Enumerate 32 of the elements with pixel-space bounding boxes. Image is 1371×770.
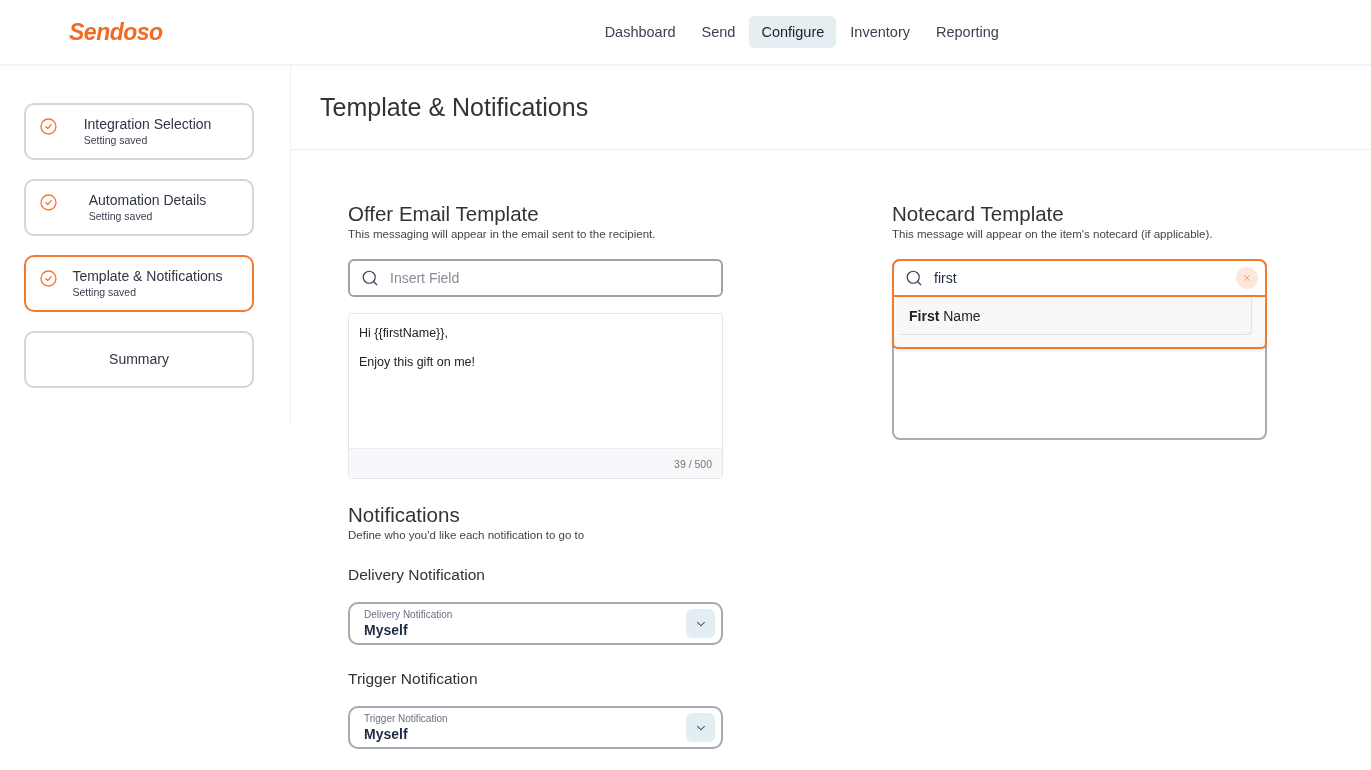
- search-field[interactable]: first: [892, 259, 1267, 297]
- step-card[interactable]: Integration Selection Setting saved: [24, 103, 254, 160]
- dropdown-button[interactable]: [686, 609, 715, 638]
- search-icon: [905, 269, 923, 287]
- section-title: Notifications: [348, 503, 461, 527]
- logo: Sendoso: [69, 18, 163, 46]
- section-subtitle: Define who you'd like each notification to go to: [348, 528, 586, 543]
- dropdown-button[interactable]: [686, 713, 715, 742]
- search-field[interactable]: Insert Field: [348, 259, 723, 297]
- notification-select[interactable]: Trigger Notification Myself: [348, 706, 723, 749]
- nav-item[interactable]: Configure: [749, 16, 837, 48]
- section-subtitle: This message will appear on the item's notecard (if applicable).: [892, 227, 1214, 242]
- nav-item[interactable]: Reporting: [923, 16, 1011, 48]
- suggestion-option[interactable]: First Name: [897, 297, 1251, 334]
- step-card[interactable]: Template & Notifications Setting saved: [24, 255, 254, 312]
- nav-item[interactable]: Send: [689, 16, 748, 48]
- nav-item[interactable]: Dashboard: [592, 16, 688, 48]
- notecard-field[interactable]: first First Name: [892, 259, 1267, 440]
- character-count: 39 / 500: [674, 457, 712, 470]
- step-card[interactable]: Automation Details Setting saved: [24, 179, 254, 236]
- search-icon: [361, 269, 379, 287]
- field-heading: Trigger Notification: [348, 669, 479, 689]
- step-card[interactable]: Summary: [24, 331, 254, 388]
- nav-item[interactable]: Inventory: [838, 16, 922, 48]
- field-heading: Delivery Notification: [348, 565, 486, 585]
- close-icon: [1242, 273, 1252, 283]
- section-title: Notecard Template: [892, 202, 1065, 226]
- section-subtitle: This messaging will appear in the email sent to the recipient.: [348, 227, 657, 242]
- message-field[interactable]: Hi {{firstName}}, Enjoy this gift on me!: [349, 314, 722, 448]
- section-title: Offer Email Template: [348, 202, 540, 226]
- notification-select[interactable]: Delivery Notification Myself: [348, 602, 723, 645]
- page-title: Template & Notifications: [320, 93, 589, 122]
